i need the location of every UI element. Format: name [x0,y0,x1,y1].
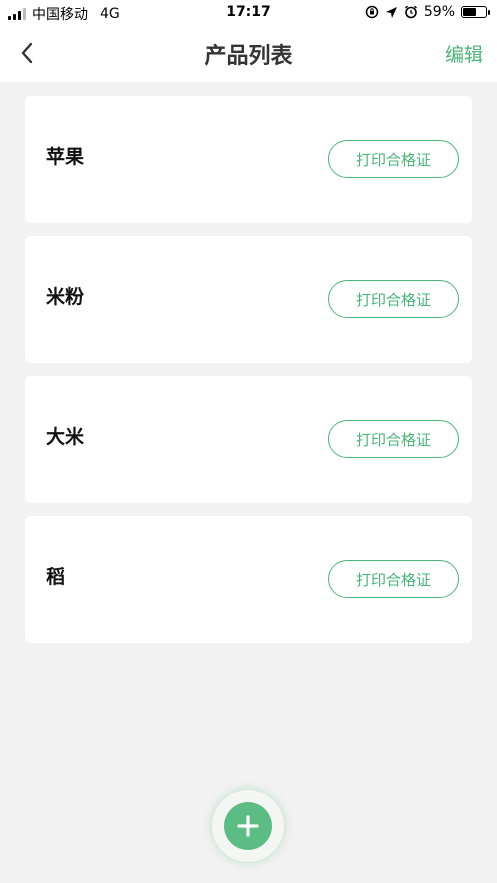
page-title: 产品列表 [204,44,293,69]
product-name: 大米 [46,426,85,448]
print-certificate-button[interactable]: 打印合格证 [328,140,459,178]
status-bar: 中国移动 4G 17:17 59% [0,0,497,26]
print-certificate-button[interactable]: 打印合格证 [328,280,459,318]
edit-button[interactable]: 编辑 [445,40,483,67]
product-card[interactable]: 米粉 打印合格证 [25,236,472,363]
print-certificate-button[interactable]: 打印合格证 [328,420,459,458]
rotation-lock-icon [365,5,379,19]
battery-percent: 59% [423,4,455,20]
product-name: 稻 [46,566,66,588]
nav-bar: 产品列表 编辑 [0,26,497,82]
battery-icon [461,6,490,18]
status-right: 59% [365,4,490,20]
plus-icon [237,815,259,837]
product-name: 米粉 [46,286,85,308]
battery-level-fill [463,8,476,16]
print-certificate-button[interactable]: 打印合格证 [328,560,459,598]
product-card[interactable]: 稻 打印合格证 [25,516,472,643]
product-card[interactable]: 大米 打印合格证 [25,376,472,503]
product-card[interactable]: 苹果 打印合格证 [25,96,472,223]
add-product-button[interactable] [212,790,284,862]
add-button-circle [224,802,272,850]
alarm-icon [404,5,417,19]
location-icon [385,6,397,18]
product-name: 苹果 [46,146,85,168]
product-list: 苹果 打印合格证 米粉 打印合格证 大米 打印合格证 稻 打印合格证 [25,96,472,656]
